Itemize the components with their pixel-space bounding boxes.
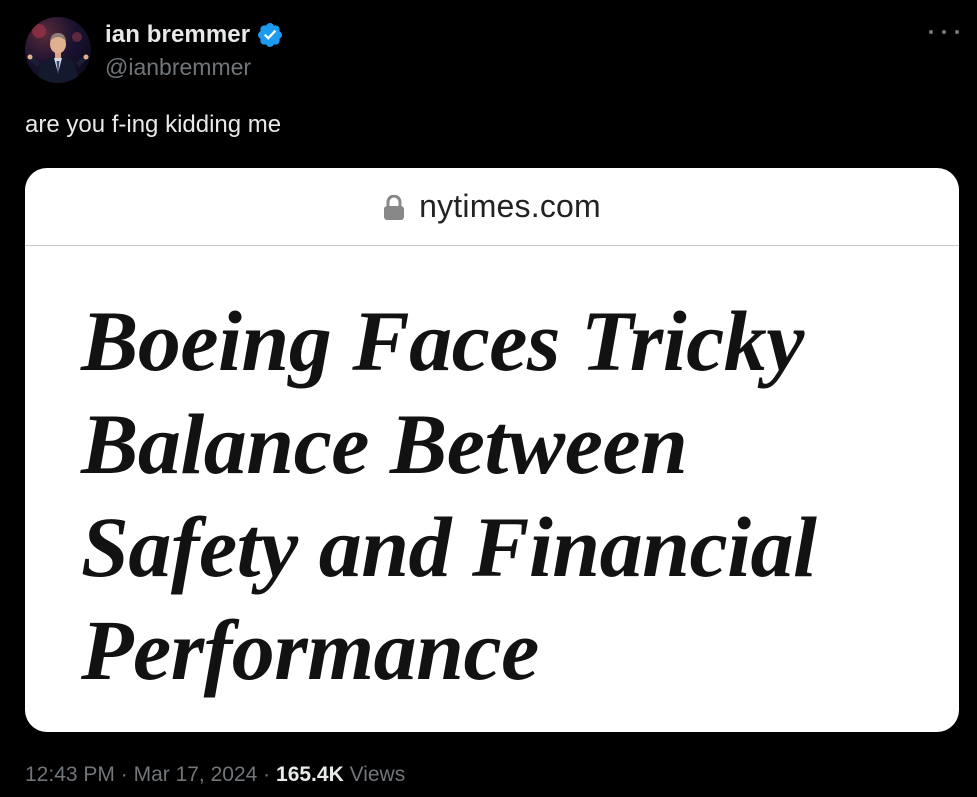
more-dot [942,30,946,34]
tweet: ian bremmer @ianbremmer are you f-ing ki… [0,0,977,797]
more-dot [929,30,933,34]
card-url-bar: nytimes.com [25,168,959,246]
meta-separator: · [120,763,128,786]
views-label: Views [349,763,406,786]
author-name-row: ian bremmer [105,20,284,50]
headline-line: Balance Between [81,396,688,492]
avatar[interactable] [25,17,91,83]
verified-badge-icon[interactable] [256,21,284,49]
tweet-meta: 12:43 PM · Mar 17, 2024 · 165.4K Views [25,763,405,787]
more-horizontal-icon[interactable] [929,20,959,44]
tweet-date[interactable]: Mar 17, 2024 [134,763,258,786]
tweet-time[interactable]: 12:43 PM [25,763,115,786]
headline-line: Boeing Faces Tricky [81,293,804,389]
headline-line: Performance [81,602,539,698]
card-headline: Boeing Faces Tricky Balance Between Safe… [81,290,941,702]
meta-separator: · [263,763,271,786]
link-preview-card[interactable]: nytimes.com Boeing Faces Tricky Balance … [25,168,959,732]
tweet-text: are you f-ing kidding me [25,111,282,138]
author-handle[interactable]: @ianbremmer [105,54,251,81]
views-count: 165.4K [276,763,344,786]
lock-icon [383,194,405,221]
headline-line: Safety and Financial [81,499,817,595]
author-display-name[interactable]: ian bremmer [105,21,250,49]
more-dot [955,30,959,34]
card-domain: nytimes.com [419,188,601,224]
